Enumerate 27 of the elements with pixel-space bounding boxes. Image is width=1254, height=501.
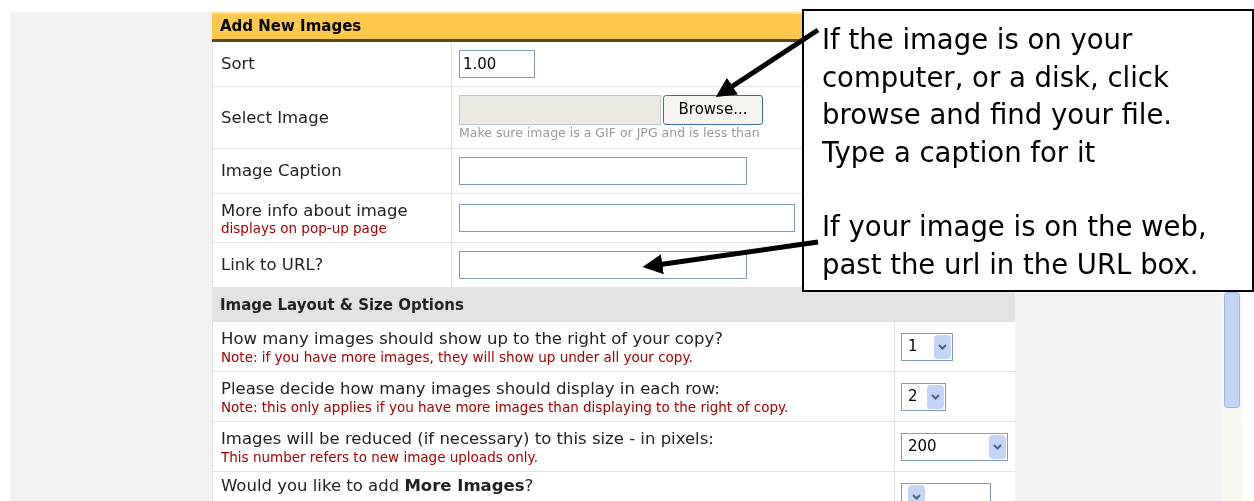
question-text: Please decide how many images should display in each row: <box>221 378 721 399</box>
question-text: Would you like to add More Images? <box>221 476 535 496</box>
question-note: Note: if you have more images, they will show up under all your copy. <box>221 348 694 365</box>
scrollbar[interactable] <box>1222 292 1242 501</box>
text-field[interactable] <box>459 204 795 232</box>
dropdown[interactable]: 1 <box>901 332 953 361</box>
dropdown[interactable]: 2 <box>901 382 946 411</box>
field-label: Link to URL? <box>221 255 325 275</box>
question-note: This number refers to new image uploads only. <box>221 448 539 465</box>
field-note: displays on pop-up page <box>221 220 388 236</box>
text-field[interactable]: 1.00 <box>459 50 535 78</box>
field-label: Select Image <box>221 107 330 128</box>
question-text: Images will be reduced (if necessary) to this size - in pixels: <box>221 428 715 449</box>
field-label: Image Caption <box>221 161 343 181</box>
browse-button[interactable]: Browse... <box>663 94 763 125</box>
text-field[interactable] <box>459 157 747 185</box>
callout-text: If your image is on the web, past the url in the URL box. <box>822 209 1208 282</box>
section-header: Image Layout & Size Options <box>212 288 1015 322</box>
field-label: Sort <box>221 54 256 74</box>
text-field[interactable] <box>459 251 747 279</box>
scrollbar-thumb[interactable] <box>1224 292 1240 408</box>
question-text: How many images should show up to the right of your copy? <box>221 328 724 349</box>
hint-text: Make sure image is a GIF or JPG and is less than <box>459 124 761 141</box>
question-note: Note: this only applies if you have more images than displaying to the right of copy. <box>221 398 790 415</box>
dropdown[interactable]: 200 <box>901 432 1008 461</box>
file-path-field[interactable] <box>459 94 661 125</box>
field-label: More info about image <box>221 200 409 221</box>
